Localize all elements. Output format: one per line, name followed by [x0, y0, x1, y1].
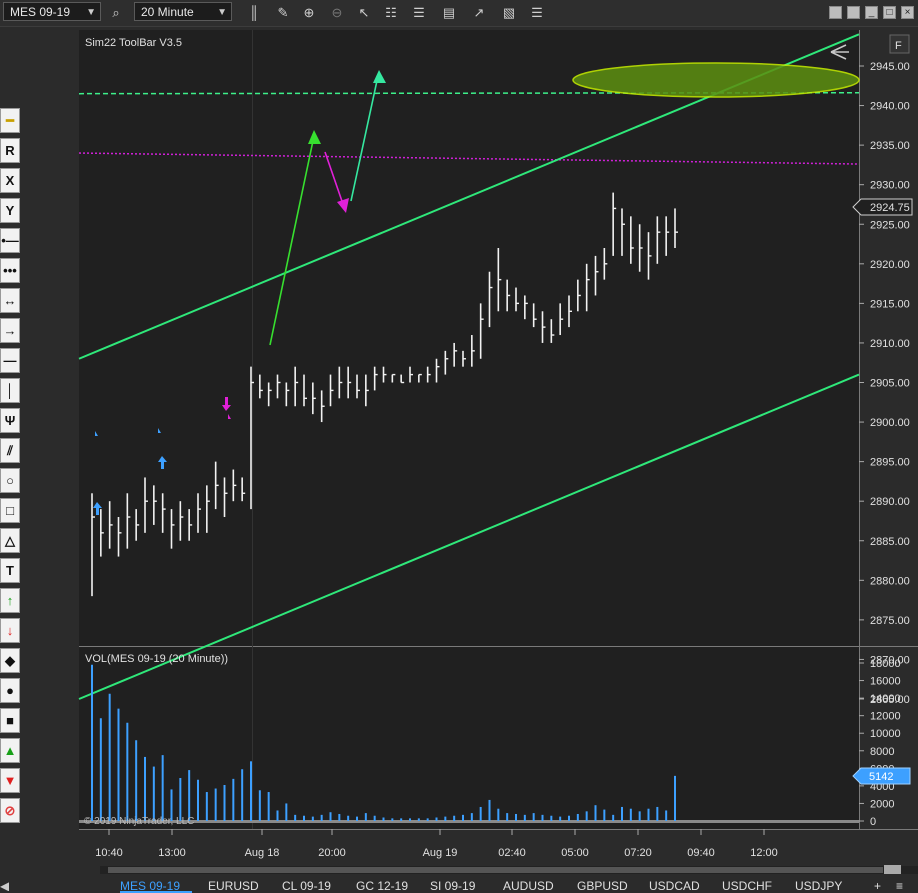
volume-tick-label: 0: [870, 816, 876, 828]
price-tick-label: 2915.00: [870, 298, 910, 310]
tab-instrument[interactable]: AUDUSD: [503, 879, 563, 891]
volume-panel[interactable]: [79, 647, 859, 829]
price-tick-label: 2890.00: [870, 496, 910, 508]
chart-canvas[interactable]: 2945.00 2940.00 2935.00 2930.00 2925.00 2920.…: [0, 0, 918, 891]
tab-instrument[interactable]: EURUSD: [208, 879, 266, 891]
price-tick-label: 2910.00: [870, 338, 910, 350]
current-volume: 5142: [869, 771, 893, 783]
tab-instrument[interactable]: CL 09-19: [282, 879, 346, 891]
time-tick-label: 20:00: [318, 847, 346, 859]
time-tick-label: Aug 18: [245, 847, 280, 859]
time-tick-label: 09:40: [687, 847, 715, 859]
instrument-tabs: ◀ MES 09-19 EURUSD CL 09-19 GC 12-19 SI 09-1…: [0, 874, 918, 893]
tab-instrument[interactable]: USDCAD: [649, 879, 709, 891]
tabs-menu-icon[interactable]: ≡: [896, 879, 914, 891]
volume-tick-label: 8000: [870, 746, 894, 758]
indicator-label: Sim22 ToolBar V3.5: [85, 37, 182, 49]
current-price: 2924.75: [870, 202, 910, 214]
tab-instrument[interactable]: GC 12-19: [356, 879, 418, 891]
price-tick-label: 2875.00: [870, 615, 910, 627]
volume-tick-label: 12000: [870, 711, 901, 723]
price-tick-label: 2895.00: [870, 457, 910, 469]
copyright: © 2019 NinjaTrader, LLC: [84, 816, 194, 827]
price-tick-label: 2905.00: [870, 378, 910, 390]
add-tab-icon[interactable]: +: [874, 879, 886, 891]
volume-tick-label: 14000: [870, 693, 901, 705]
time-tick-label: 13:00: [158, 847, 186, 859]
panel-flag: F: [895, 40, 902, 52]
zone-ellipse[interactable]: [572, 62, 860, 98]
price-panel[interactable]: [79, 30, 859, 646]
price-tick-label: 2885.00: [870, 536, 910, 548]
time-tick-label: 10:40: [95, 847, 123, 859]
tab-instrument[interactable]: SI 09-19: [430, 879, 490, 891]
time-tick-label: 12:00: [750, 847, 778, 859]
price-tick-label: 2940.00: [870, 101, 910, 113]
volume-label: VOL(MES 09-19 (20 Minute)): [85, 653, 228, 665]
volume-tick-label: 18000: [870, 658, 901, 670]
price-tick-label: 2935.00: [870, 140, 910, 152]
scrollbar-thumb[interactable]: [108, 867, 883, 873]
tab-instrument[interactable]: USDCHF: [722, 879, 782, 891]
price-tick-label: 2900.00: [870, 417, 910, 429]
volume-tick-label: 2000: [870, 798, 894, 810]
price-tick-label: 2880.00: [870, 575, 910, 587]
price-tick-label: 2920.00: [870, 259, 910, 271]
time-tick-label: Aug 19: [423, 847, 458, 859]
time-tick-label: 05:00: [561, 847, 589, 859]
tabs-left-icon[interactable]: ◀: [0, 879, 9, 891]
tab-instrument[interactable]: GBPUSD: [577, 879, 637, 891]
volume-tick-label: 16000: [870, 676, 901, 688]
volume-tick-label: 10000: [870, 728, 901, 740]
time-tick-label: 07:20: [624, 847, 652, 859]
price-tick-label: 2925.00: [870, 219, 910, 231]
time-tick-label: 02:40: [498, 847, 526, 859]
price-tick-label: 2930.00: [870, 180, 910, 192]
price-tick-label: 2945.00: [870, 61, 910, 73]
tab-instrument[interactable]: USDJPY: [795, 879, 855, 891]
